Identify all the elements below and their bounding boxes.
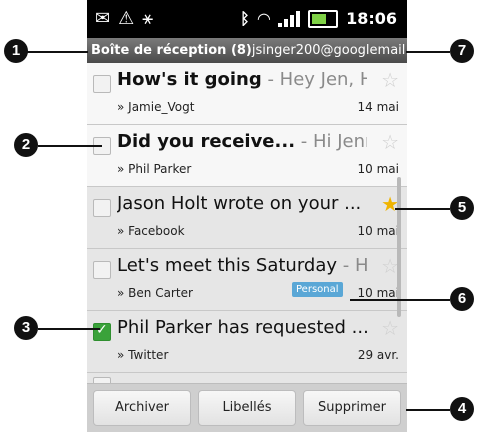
email-subject-line: Jason Holt wrote on your ... -...: [117, 193, 367, 214]
callout-leader: [395, 208, 450, 210]
email-sender: » Phil Parker: [117, 162, 192, 176]
email-date: 29 avr.: [357, 348, 399, 362]
folder-title: Boîte de réception (8): [91, 43, 252, 58]
select-checkbox[interactable]: [93, 75, 111, 93]
callout-6: 6: [450, 287, 474, 311]
email-subject: Jason Holt wrote on your ...: [117, 193, 362, 214]
callout-leader: [26, 51, 88, 53]
email-sender: » Jamie_Vogt: [117, 100, 195, 114]
status-right: ᛒ ◠ 18:06: [240, 9, 397, 28]
email-snippet: - Hi...: [342, 255, 367, 276]
star-icon[interactable]: ☆: [381, 130, 399, 154]
labels-button[interactable]: Libellés: [198, 390, 296, 426]
callout-leader: [406, 51, 450, 53]
battery-icon: [308, 9, 339, 28]
label-badge: Personal: [292, 282, 343, 297]
callout-3: 3: [14, 316, 38, 340]
email-snippet: - Hey Jen, H...: [267, 69, 367, 90]
email-subject-line: Let's meet this Saturday - Hi...: [117, 255, 367, 276]
email-row[interactable]: Jason Holt wrote on your ... -... ★ » Fa…: [87, 187, 407, 249]
callout-4: 4: [450, 397, 474, 421]
email-snippet: - Hi Jenn...: [300, 131, 367, 152]
email-subject-line: Phil Parker has requested ...: [117, 317, 367, 338]
inbox-header: Boîte de réception (8)jsinger200@googlem…: [87, 38, 407, 63]
email-subject: Phil Parker has requested ...: [117, 317, 367, 338]
wifi-icon: ◠: [257, 9, 271, 28]
account-email: jsinger200@googlemail: [251, 43, 406, 58]
email-row[interactable]: Phil Parker has requested ... ☆ » Twitte…: [87, 311, 407, 373]
star-icon[interactable]: ☆: [381, 316, 399, 340]
email-date: 10 mai: [357, 224, 399, 238]
alert-icon: ⚠: [118, 8, 135, 29]
email-subject: Let's meet this Saturday: [117, 255, 338, 276]
star-icon[interactable]: ☆: [381, 68, 399, 92]
email-row[interactable]: Let's meet this Saturday - Hi... ☆ » Ben…: [87, 249, 407, 311]
email-subject: Did you receive...: [117, 131, 296, 152]
email-subject: How's it going: [117, 69, 262, 90]
callout-1: 1: [4, 39, 28, 63]
email-date: 10 mai: [357, 286, 399, 300]
status-bar: ✉ ⚠ ⚹ ᛒ ◠ 18:06: [87, 0, 407, 38]
email-sender: » Ben Carter: [117, 286, 193, 300]
callout-2: 2: [14, 133, 38, 157]
status-time: 18:06: [346, 9, 397, 28]
usb-icon: ⚹: [142, 8, 154, 29]
select-checkbox[interactable]: [93, 261, 111, 279]
email-list[interactable]: How's it going - Hey Jen, H... ☆ » Jamie…: [87, 63, 407, 395]
email-sender: » Twitter: [117, 348, 169, 362]
email-subject-line: Did you receive... - Hi Jenn...: [117, 131, 367, 152]
action-bar: Archiver Libellés Supprimer: [87, 383, 407, 432]
callout-5: 5: [450, 196, 474, 220]
callout-leader: [406, 409, 450, 411]
phone-screen: ✉ ⚠ ⚹ ᛒ ◠ 18:06 Boîte de réception (8)js…: [87, 0, 407, 432]
email-snippet: -...: [361, 193, 367, 214]
callout-leader: [38, 328, 100, 330]
email-sender: » Facebook: [117, 224, 185, 238]
signal-icon: [278, 10, 301, 27]
scrollbar[interactable]: [397, 177, 401, 317]
archive-button[interactable]: Archiver: [93, 390, 191, 426]
mail-icon: ✉: [95, 8, 111, 29]
callout-leader: [350, 299, 450, 301]
callout-leader: [38, 145, 102, 147]
email-subject-line: How's it going - Hey Jen, H...: [117, 69, 367, 90]
select-checkbox[interactable]: [93, 322, 111, 341]
email-row[interactable]: How's it going - Hey Jen, H... ☆ » Jamie…: [87, 63, 407, 125]
select-checkbox[interactable]: [93, 199, 111, 217]
email-date: 10 mai: [357, 162, 399, 176]
callout-7: 7: [450, 39, 474, 63]
status-left: ✉ ⚠ ⚹: [95, 8, 153, 29]
bluetooth-icon: ᛒ: [240, 9, 250, 28]
delete-button[interactable]: Supprimer: [303, 390, 401, 426]
email-date: 14 mai: [357, 100, 399, 114]
email-row[interactable]: Did you receive... - Hi Jenn... ☆ » Phil…: [87, 125, 407, 187]
